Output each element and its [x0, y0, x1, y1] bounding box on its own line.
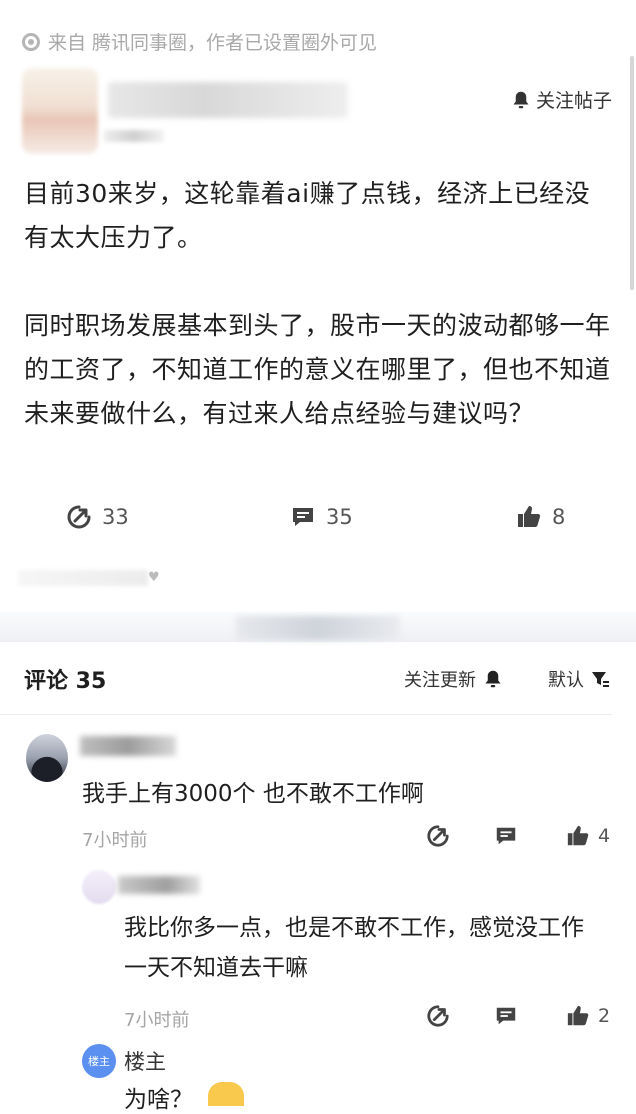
emoji-icon [208, 1082, 244, 1106]
op-badge: 楼主 [82, 1044, 116, 1078]
bell-icon [513, 91, 529, 108]
comment-text[interactable]: 我手上有3000个 也不敢不工作啊 [82, 774, 424, 808]
comment-like-button[interactable]: 4 [566, 824, 610, 848]
follow-post-label: 关注帖子 [535, 90, 612, 112]
thumbs-up-icon [518, 506, 541, 527]
comment-count: 35 [326, 505, 353, 529]
heart-icon: ♥ [148, 570, 160, 585]
comment-button[interactable]: 35 [290, 504, 353, 530]
like-count: 8 [552, 505, 566, 529]
post-body: 目前30来岁，这轮靠着ai赚了点钱，经济上已经没有太大压力了。 同时职场发展基本… [24, 172, 614, 436]
comment-actions: 4 [0, 824, 636, 854]
filter-icon [592, 672, 609, 687]
comment-actions: 2 [0, 1004, 636, 1034]
follow-updates-label: 关注更新 [404, 670, 476, 691]
source-line: 来自 腾讯同事圈，作者已设置圈外可见 [22, 28, 377, 55]
author-name-redacted[interactable] [108, 82, 348, 118]
comment-like-count: 2 [598, 1005, 611, 1027]
commenter-name-redacted[interactable] [80, 736, 176, 756]
comment-like-button[interactable]: 2 [566, 1004, 610, 1028]
op-name[interactable]: 楼主 [124, 1046, 166, 1076]
comment-reply-button[interactable] [494, 824, 518, 848]
author-meta-redacted [104, 130, 164, 142]
avatar[interactable] [82, 870, 116, 904]
share-button[interactable]: 33 [66, 504, 129, 530]
replier-name-redacted[interactable] [118, 876, 200, 894]
source-text: 来自 腾讯同事圈，作者已设置圈外可见 [48, 32, 378, 54]
likers-redacted [18, 570, 148, 586]
scrollbar[interactable] [630, 56, 634, 290]
post-paragraph: 目前30来岁，这轮靠着ai赚了点钱，经济上已经没有太大压力了。 [24, 179, 591, 252]
like-button[interactable]: 8 [516, 504, 565, 530]
post-paragraph: 同时职场发展基本到头了，股市一天的波动都够一年的工资了，不知道工作的意义在哪里了… [24, 311, 611, 428]
comment-text[interactable]: 为啥？ [124, 1080, 193, 1114]
thumbs-up-icon [567, 825, 589, 846]
comment-icon [496, 1007, 516, 1025]
share-count: 33 [102, 505, 129, 529]
bell-icon [485, 670, 501, 688]
comment-icon [496, 827, 516, 845]
location-icon [22, 32, 40, 51]
divider-content-redacted [236, 616, 400, 640]
comment-like-count: 4 [598, 825, 611, 847]
author-avatar[interactable] [22, 68, 98, 154]
comments-title: 评论 35 [24, 669, 107, 694]
follow-post-button[interactable]: 关注帖子 [512, 86, 612, 113]
avatar[interactable] [26, 734, 68, 782]
share-icon [67, 505, 91, 529]
header-divider [0, 714, 612, 715]
comment-share-button[interactable] [426, 824, 450, 848]
comment-text[interactable]: 我比你多一点，也是不敢不工作，感觉没工作一天不知道去干嘛 [124, 908, 604, 988]
follow-updates-button[interactable]: 关注更新 [404, 666, 502, 692]
comment-icon [293, 508, 313, 526]
comment-share-button[interactable] [426, 1004, 450, 1028]
thumbs-up-icon [567, 1005, 589, 1026]
post-actions: 33 35 8 [0, 504, 636, 538]
share-icon [427, 1005, 449, 1027]
share-icon [427, 825, 449, 847]
sort-button[interactable]: 默认 [548, 666, 610, 692]
comment-reply-button[interactable] [494, 1004, 518, 1028]
sort-label: 默认 [548, 670, 584, 691]
